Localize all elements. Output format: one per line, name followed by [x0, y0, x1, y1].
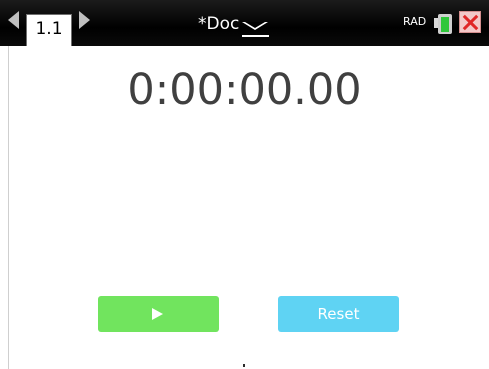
- prev-page-arrow-icon[interactable]: [8, 11, 19, 29]
- reset-button[interactable]: Reset: [278, 296, 399, 332]
- battery-level-fill: [441, 17, 449, 32]
- angle-mode-indicator: RAD: [403, 15, 427, 28]
- doc-menu-underline: [242, 35, 269, 37]
- calculator-screen: 1.1 *Doc RAD 0:00:00.00 Reset: [0, 0, 489, 369]
- next-page-arrow-icon[interactable]: [79, 11, 90, 29]
- start-button[interactable]: [98, 296, 219, 332]
- close-button[interactable]: [459, 11, 481, 33]
- document-title[interactable]: *Doc: [198, 13, 239, 35]
- stopwatch-display: 0:00:00.00: [127, 65, 362, 115]
- title-bar: 1.1 *Doc RAD: [0, 0, 489, 46]
- chevron-down-icon[interactable]: [242, 22, 268, 30]
- cursor-mark: [243, 364, 245, 367]
- battery-icon: [434, 12, 456, 34]
- tab-page-1-1[interactable]: 1.1: [26, 14, 72, 46]
- play-icon: [152, 308, 163, 320]
